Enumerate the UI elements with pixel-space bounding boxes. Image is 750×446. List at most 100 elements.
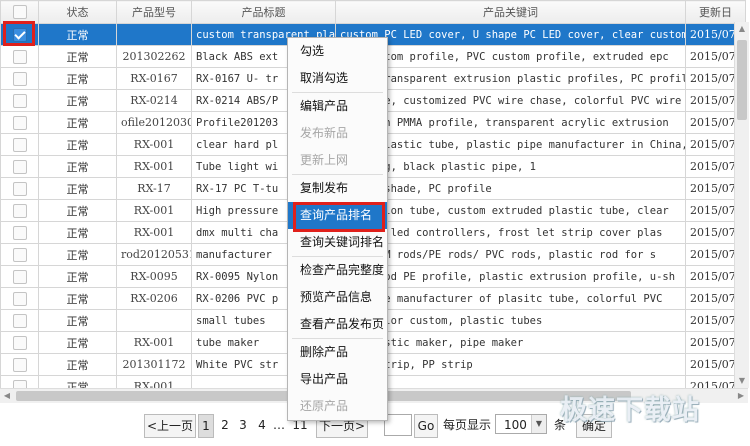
row-checkbox[interactable] <box>12 291 27 306</box>
row-keywords[interactable]: PVC pipe manufacturer of plasitc tube, c… <box>335 287 686 310</box>
row-checkbox-cell[interactable] <box>0 199 39 222</box>
row-status[interactable]: 正常 <box>38 177 117 200</box>
vertical-scroll-thumb[interactable] <box>737 40 747 120</box>
row-model[interactable] <box>116 309 192 332</box>
scroll-left-icon[interactable]: ◀ <box>0 389 14 403</box>
menu-item[interactable]: 取消勾选 <box>288 65 387 92</box>
menu-item[interactable]: 预览产品信息 <box>288 284 387 311</box>
row-keywords[interactable]: ded custom profile, PVC custom profile, … <box>335 45 686 68</box>
row-checkbox-cell[interactable] <box>0 111 39 134</box>
row-model[interactable]: RX-0214 <box>116 89 192 112</box>
row-keywords[interactable]: channel led controllers, frost let strip… <box>335 221 686 244</box>
menu-item[interactable]: 检查产品完整度 <box>288 257 387 284</box>
row-checkbox[interactable] <box>12 137 27 152</box>
row-checkbox-cell[interactable] <box>0 177 39 200</box>
row-status[interactable]: 正常 <box>38 155 117 178</box>
row-model[interactable]: RX-0206 <box>116 287 192 310</box>
row-checkbox-cell[interactable] <box>0 45 39 68</box>
row-checkbox-cell[interactable] <box>0 133 39 156</box>
row-model[interactable]: RX-0095 <box>116 265 192 288</box>
row-status[interactable]: 正常 <box>38 243 117 266</box>
row-model[interactable]: ofile20120308 <box>116 111 192 134</box>
row-checkbox[interactable] <box>12 225 27 240</box>
row-keywords[interactable]: sure nylon tube, custom extruded plastic… <box>335 199 686 222</box>
select-all-checkbox[interactable] <box>12 5 27 19</box>
go-button[interactable]: Go <box>414 414 438 438</box>
row-checkbox-cell[interactable] <box>0 309 39 332</box>
row-keywords[interactable]: e of POM rods/PE rods/ PVC rods, plastic… <box>335 243 686 266</box>
row-checkbox[interactable] <box>12 357 27 372</box>
row-status[interactable]: 正常 <box>38 23 117 46</box>
scroll-up-icon[interactable]: ▲ <box>735 22 749 36</box>
menu-item[interactable]: 导出产品 <box>288 366 387 393</box>
menu-item[interactable]: 编辑产品 <box>288 93 387 120</box>
menu-item[interactable]: 查看产品发布页 <box>288 311 387 338</box>
scroll-right-icon[interactable]: ▶ <box>734 389 748 403</box>
row-model[interactable]: RX-0167 <box>116 67 192 90</box>
row-status[interactable]: 正常 <box>38 309 117 332</box>
header-update-date[interactable]: 更新日 <box>685 0 746 24</box>
row-checkbox[interactable] <box>12 203 27 218</box>
row-checkbox-cell[interactable] <box>0 243 39 266</box>
row-keywords[interactable]: o, PE strip, PP strip <box>335 353 686 376</box>
menu-item[interactable]: 复制发布 <box>288 175 387 202</box>
row-keywords[interactable]: rd PC plastic tube, plastic pipe manufac… <box>335 133 686 156</box>
row-keywords[interactable]: custom PC LED cover, U shape PC LED cove… <box>335 23 686 46</box>
row-status[interactable]: 正常 <box>38 111 117 134</box>
header-status[interactable]: 状态 <box>38 0 117 24</box>
row-keywords[interactable]: hade, transparent extrusion plastic prof… <box>335 67 686 90</box>
row-status[interactable]: 正常 <box>38 265 117 288</box>
menu-item[interactable]: 查询关键词排名 <box>288 229 387 256</box>
row-keywords[interactable]: bes, color custom, plastic tubes <box>335 309 686 332</box>
row-model[interactable]: RX-001 <box>116 133 192 156</box>
row-status[interactable]: 正常 <box>38 331 117 354</box>
row-checkbox[interactable] <box>12 71 27 86</box>
row-status[interactable]: 正常 <box>38 287 117 310</box>
row-keywords[interactable]: er, plastic maker, pipe maker <box>335 331 686 354</box>
page-4-button[interactable]: 4 <box>255 414 269 436</box>
row-status[interactable]: 正常 <box>38 67 117 90</box>
row-checkbox-cell[interactable] <box>0 353 39 376</box>
row-model[interactable]: RX-001 <box>116 199 192 222</box>
row-checkbox-cell[interactable] <box>0 331 39 354</box>
scroll-down-icon[interactable]: ▼ <box>735 374 749 388</box>
page-number-input[interactable] <box>384 414 412 436</box>
row-keywords[interactable]: e, lampshade, PC profile <box>335 177 686 200</box>
per-page-select[interactable]: 100 ▼ <box>495 414 547 434</box>
row-checkbox[interactable] <box>12 181 27 196</box>
row-checkbox-cell[interactable] <box>0 67 39 90</box>
header-model[interactable]: 产品型号 <box>116 0 192 24</box>
row-checkbox[interactable] <box>12 247 27 262</box>
row-status[interactable]: 正常 <box>38 199 117 222</box>
row-keywords[interactable]: xtrusion PMMA profile, transparent acryl… <box>335 111 686 134</box>
row-checkbox-cell[interactable] <box>0 287 39 310</box>
menu-item[interactable]: 删除产品 <box>288 339 387 366</box>
row-status[interactable]: 正常 <box>38 353 117 376</box>
row-checkbox[interactable] <box>12 269 27 284</box>
row-checkbox[interactable] <box>12 313 27 328</box>
row-checkbox[interactable] <box>12 159 27 174</box>
vertical-scrollbar[interactable]: ▲ ▼ <box>734 22 749 388</box>
prev-page-button[interactable]: <上一页 <box>144 414 196 438</box>
row-model[interactable]: RX-001 <box>116 155 192 178</box>
row-checkbox-cell[interactable] <box>0 265 39 288</box>
row-checkbox[interactable] <box>12 335 27 350</box>
row-status[interactable]: 正常 <box>38 221 117 244</box>
row-model[interactable]: RX-17 <box>116 177 192 200</box>
row-model[interactable]: 201301172 <box>116 353 192 376</box>
row-status[interactable]: 正常 <box>38 89 117 112</box>
header-title[interactable]: 产品标题 <box>191 0 336 24</box>
row-checkbox-cell[interactable] <box>0 221 39 244</box>
row-model[interactable]: 201302262 <box>116 45 192 68</box>
row-status[interactable]: 正常 <box>38 133 117 156</box>
menu-item[interactable]: 勾选 <box>288 38 387 65</box>
row-keywords[interactable]: Nylon rod PE profile, plastic extrusion … <box>335 265 686 288</box>
chevron-down-icon[interactable]: ▼ <box>531 415 546 433</box>
row-model[interactable] <box>116 23 192 46</box>
page-2-button[interactable]: 2 <box>218 414 232 436</box>
row-checkbox[interactable] <box>12 49 27 64</box>
row-model[interactable]: rod201205311 <box>116 243 192 266</box>
header-keywords[interactable]: 产品关键词 <box>335 0 686 24</box>
page-3-button[interactable]: 3 <box>236 414 250 436</box>
row-keywords[interactable]: tic wire, customized PVC wire chase, col… <box>335 89 686 112</box>
